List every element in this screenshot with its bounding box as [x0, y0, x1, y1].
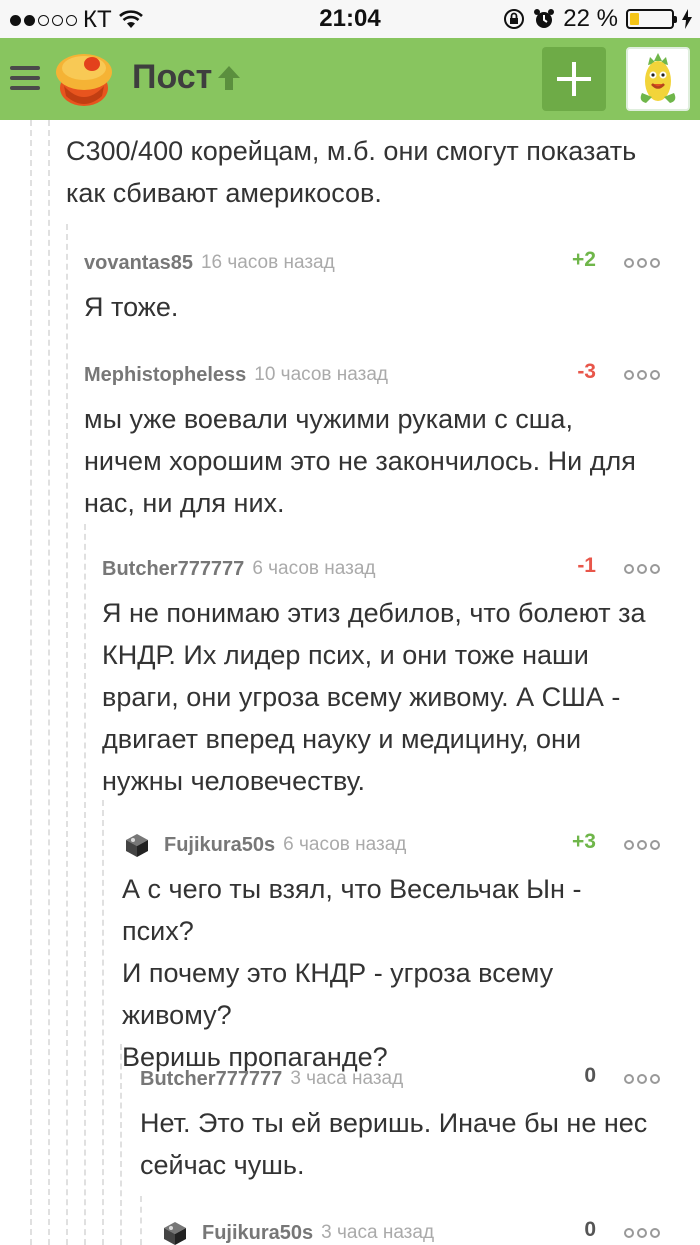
more-options-icon[interactable]: [624, 258, 660, 268]
menu-icon[interactable]: [10, 66, 40, 90]
comment-rating: +3: [572, 830, 596, 853]
comment-time: 10 часов назад: [254, 364, 389, 385]
battery-level: [630, 13, 639, 25]
plus-icon: [557, 62, 591, 96]
comment-time: 3 часа назад: [290, 1068, 404, 1089]
thread-line: [84, 524, 86, 1245]
comment-header: Butcher777777 6 часов назад -1: [102, 552, 660, 586]
app-header: Пост: [0, 38, 700, 120]
corn-avatar-icon: [640, 53, 676, 103]
avatar[interactable]: [160, 1218, 190, 1245]
comment-rating: -1: [577, 554, 596, 577]
more-options-icon[interactable]: [624, 370, 660, 380]
comment-author[interactable]: vovantas85: [84, 252, 193, 275]
comment-rating: +2: [572, 248, 596, 271]
comment: Fujikura50s 6 часов назад +3 А с чего ты…: [122, 828, 660, 1078]
comment-line: Я тоже.: [84, 292, 179, 322]
comment-body: А с чего ты взял, что Весельчак Ын - пси…: [122, 868, 660, 1078]
comment-header: Fujikura50s 6 часов назад +3: [122, 828, 660, 862]
thread-line: [48, 120, 50, 1245]
comment-author[interactable]: Fujikura50s: [202, 1222, 313, 1245]
comment-time: 3 часа назад: [321, 1222, 435, 1243]
comments-thread: С300/400 корейцам, м.б. они смогут показ…: [0, 120, 700, 1245]
status-bar: КТ 21:04 22 %: [0, 0, 700, 38]
comment-rating: 0: [584, 1218, 596, 1241]
comment-line: И почему это КНДР - угроза всему: [122, 958, 554, 988]
comment-line: двигает вперед науку и медицину, они: [102, 724, 582, 754]
comment-time: 6 часов назад: [283, 834, 407, 855]
comment-line: ничем хорошим это не закончилось. Ни для: [84, 446, 636, 476]
more-options-icon[interactable]: [624, 840, 660, 850]
thread-line: [140, 1196, 142, 1245]
comment-line: КНДР. Их лидер псих, и они тоже наши: [102, 640, 589, 670]
pikabu-logo[interactable]: [54, 50, 114, 108]
thread-line: [102, 800, 104, 1245]
rotation-lock-icon: [504, 9, 525, 29]
add-post-button[interactable]: [542, 47, 606, 111]
comment-rating: 0: [584, 1064, 596, 1087]
charging-icon: [682, 9, 692, 29]
more-options-icon[interactable]: [624, 1074, 660, 1084]
comment-header: Butcher777777 3 часа назад 0: [140, 1062, 660, 1096]
comment-header: Fujikura50s 3 часа назад 0: [160, 1216, 660, 1245]
comment-line: нас, ни для них.: [84, 488, 285, 518]
battery-percent: 22 %: [563, 5, 618, 32]
page-title: Пост: [132, 58, 213, 96]
alarm-icon: [534, 9, 555, 28]
comment-time: 6 часов назад: [252, 558, 376, 579]
comment-author[interactable]: Butcher777777: [102, 558, 244, 581]
comment-line: А с чего ты взял, что Весельчак Ын - пси…: [122, 874, 582, 946]
comment-body-partial: С300/400 корейцам, м.б. они смогут показ…: [66, 130, 636, 214]
comment-line: мы уже воевали чужими руками с сша,: [84, 404, 573, 434]
comment: vovantas85 16 часов назад +2 Я тоже.: [84, 246, 660, 328]
comment-header: Mephistopheless 10 часов назад -3: [84, 358, 660, 392]
comment-line: нужны человечеству.: [102, 766, 366, 796]
comment-body: Я не понимаю этиз дебилов, что болеют за…: [102, 592, 660, 802]
comment-line: как сбивают америкосов.: [66, 178, 382, 208]
comment-body: Нет. Это ты ей веришь. Иначе бы не нес с…: [140, 1102, 660, 1186]
status-right: 22 %: [503, 5, 692, 33]
comment-rating: -3: [577, 360, 596, 383]
comment-author[interactable]: Fujikura50s: [164, 834, 275, 857]
comment-body: мы уже воевали чужими руками с сша, ниче…: [84, 398, 660, 524]
comment-time: 16 часов назад: [200, 252, 335, 273]
comment: Butcher777777 6 часов назад -1 Я не пони…: [102, 552, 660, 802]
comment-line: Я не понимаю этиз дебилов, что болеют за: [102, 598, 646, 628]
thread-line: [66, 224, 68, 1245]
more-options-icon[interactable]: [624, 1228, 660, 1238]
up-arrow-icon[interactable]: [216, 64, 242, 92]
avatar[interactable]: [122, 830, 152, 860]
comment: Fujikura50s 3 часа назад 0: [160, 1216, 660, 1245]
comment-author[interactable]: Mephistopheless: [84, 364, 246, 387]
comment: Butcher777777 3 часа назад 0 Нет. Это ты…: [140, 1062, 660, 1186]
user-avatar-button[interactable]: [626, 47, 690, 111]
comment-line: живому?: [122, 1000, 232, 1030]
comment: Mephistopheless 10 часов назад -3 мы уже…: [84, 358, 660, 524]
comment-header: vovantas85 16 часов назад +2: [84, 246, 660, 280]
comment-line: С300/400 корейцам, м.б. они смогут показ…: [66, 136, 637, 166]
thread-line: [30, 120, 32, 1245]
comment-line: Нет. Это ты ей веришь. Иначе бы не нес: [140, 1108, 648, 1138]
comment-line: враги, они угроза всему живому. А США -: [102, 682, 621, 712]
comment-line: сейчас чушь.: [140, 1150, 305, 1180]
comment-author[interactable]: Butcher777777: [140, 1068, 282, 1091]
battery-icon: [626, 9, 677, 29]
more-options-icon[interactable]: [624, 564, 660, 574]
comment-body: Я тоже.: [84, 286, 660, 328]
